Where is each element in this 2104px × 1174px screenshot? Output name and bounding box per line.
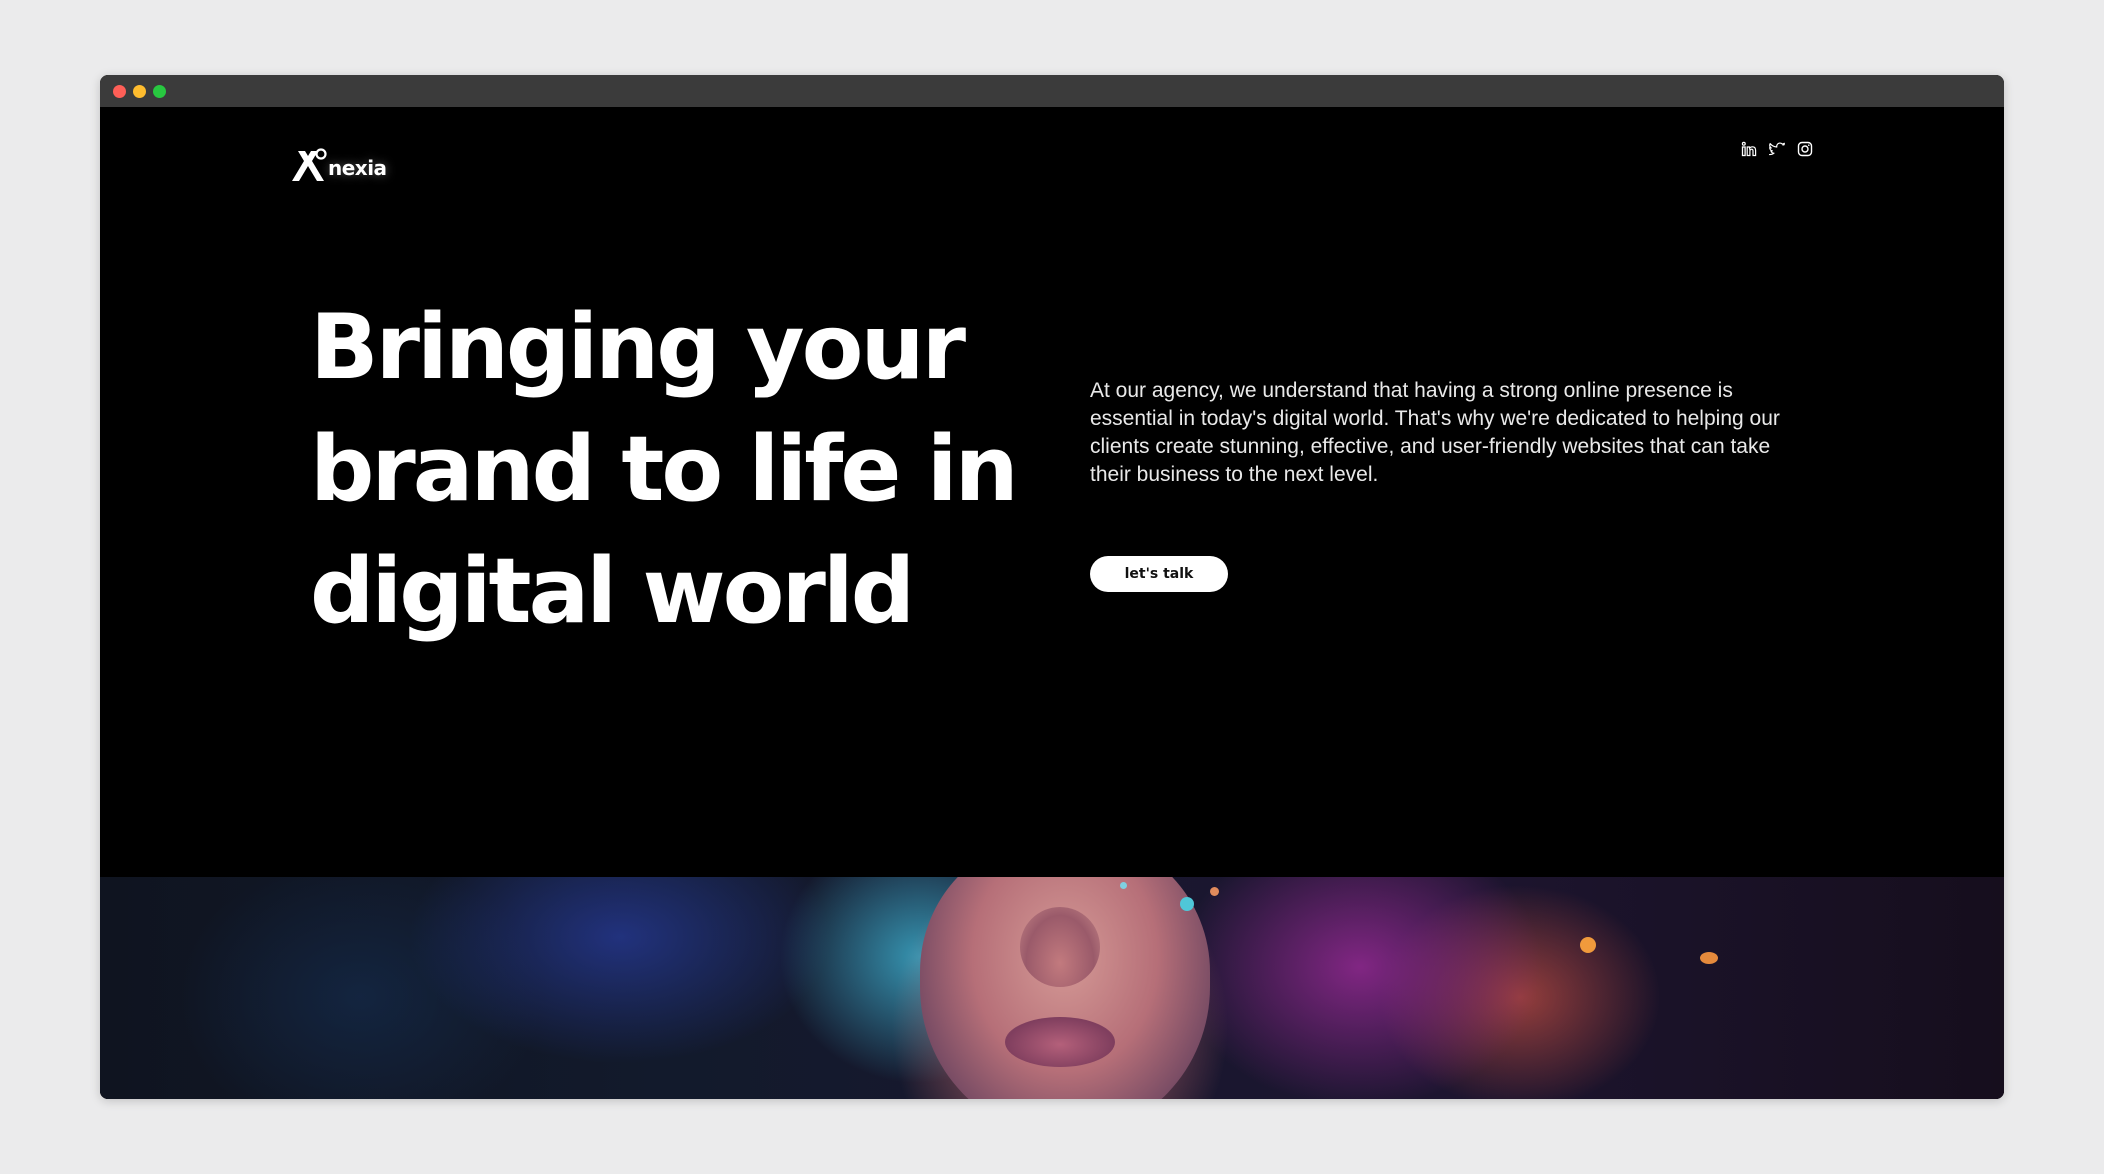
hero-splash [1210, 887, 1219, 896]
logo-mark-icon [290, 147, 328, 183]
window-titlebar [100, 75, 2004, 107]
landing-page: nexia Bringing your brand to life in dig… [100, 107, 2004, 1099]
logo-text: nexia [328, 156, 387, 180]
hero-splash [1120, 882, 1127, 889]
logo[interactable]: nexia [290, 139, 387, 183]
hero-nose-shape [1020, 907, 1100, 987]
hero-headline: Bringing your brand to life in digital w… [310, 295, 1019, 644]
instagram-icon[interactable] [1796, 140, 1814, 158]
twitter-icon[interactable] [1768, 140, 1786, 158]
linkedin-icon[interactable] [1740, 140, 1758, 158]
hero-image [100, 877, 2004, 1099]
social-links [1740, 140, 1814, 158]
hero-splash [1180, 897, 1194, 911]
hero-splash [1580, 937, 1596, 953]
maximize-window-button[interactable] [153, 85, 166, 98]
browser-window: nexia Bringing your brand to life in dig… [100, 75, 2004, 1099]
lets-talk-button[interactable]: let's talk [1090, 556, 1228, 592]
hero-intro-text: At our agency, we understand that having… [1090, 379, 1780, 486]
hero-splash [1700, 952, 1718, 964]
close-window-button[interactable] [113, 85, 126, 98]
minimize-window-button[interactable] [133, 85, 146, 98]
hero-lips-shape [1005, 1017, 1115, 1067]
